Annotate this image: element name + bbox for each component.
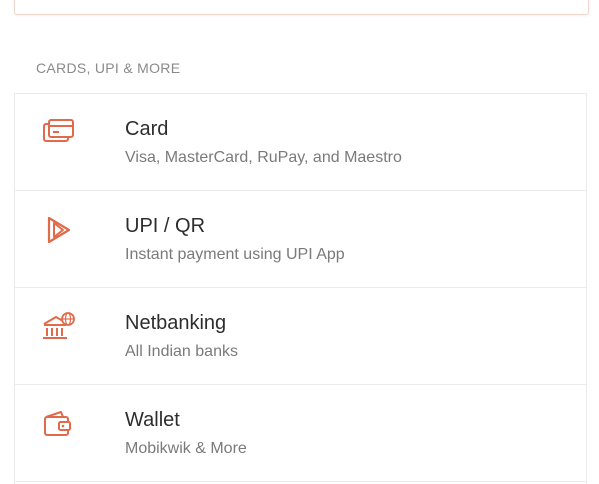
- payment-method-label: UPI / QR: [125, 215, 206, 237]
- payment-method-label: Netbanking: [125, 312, 227, 334]
- upi-icon: [47, 216, 71, 244]
- wallet-icon: [44, 411, 71, 436]
- card-icon: [43, 119, 74, 142]
- bank-icon: [43, 312, 75, 339]
- payment-method-description: Visa, MasterCard, RuPay, and Maestro: [125, 149, 402, 166]
- payment-method-wallet[interactable]: Wallet Mobikwik & More: [15, 385, 586, 482]
- payment-method-label: Card: [125, 118, 169, 140]
- previous-payment-card[interactable]: [14, 0, 589, 15]
- payment-method-card[interactable]: Card Visa, MasterCard, RuPay, and Maestr…: [15, 94, 586, 191]
- payment-method-description: All Indian banks: [125, 343, 238, 360]
- payment-method-description: Mobikwik & More: [125, 440, 247, 457]
- payment-method-label: Wallet: [125, 409, 180, 431]
- payment-methods-list: Card Visa, MasterCard, RuPay, and Maestr…: [14, 93, 587, 484]
- section-title: CARDS, UPI & MORE: [36, 60, 181, 76]
- payment-method-description: Instant payment using UPI App: [125, 246, 345, 263]
- payment-method-netbanking[interactable]: Netbanking All Indian banks: [15, 288, 586, 385]
- payment-method-upi[interactable]: UPI / QR Instant payment using UPI App: [15, 191, 586, 288]
